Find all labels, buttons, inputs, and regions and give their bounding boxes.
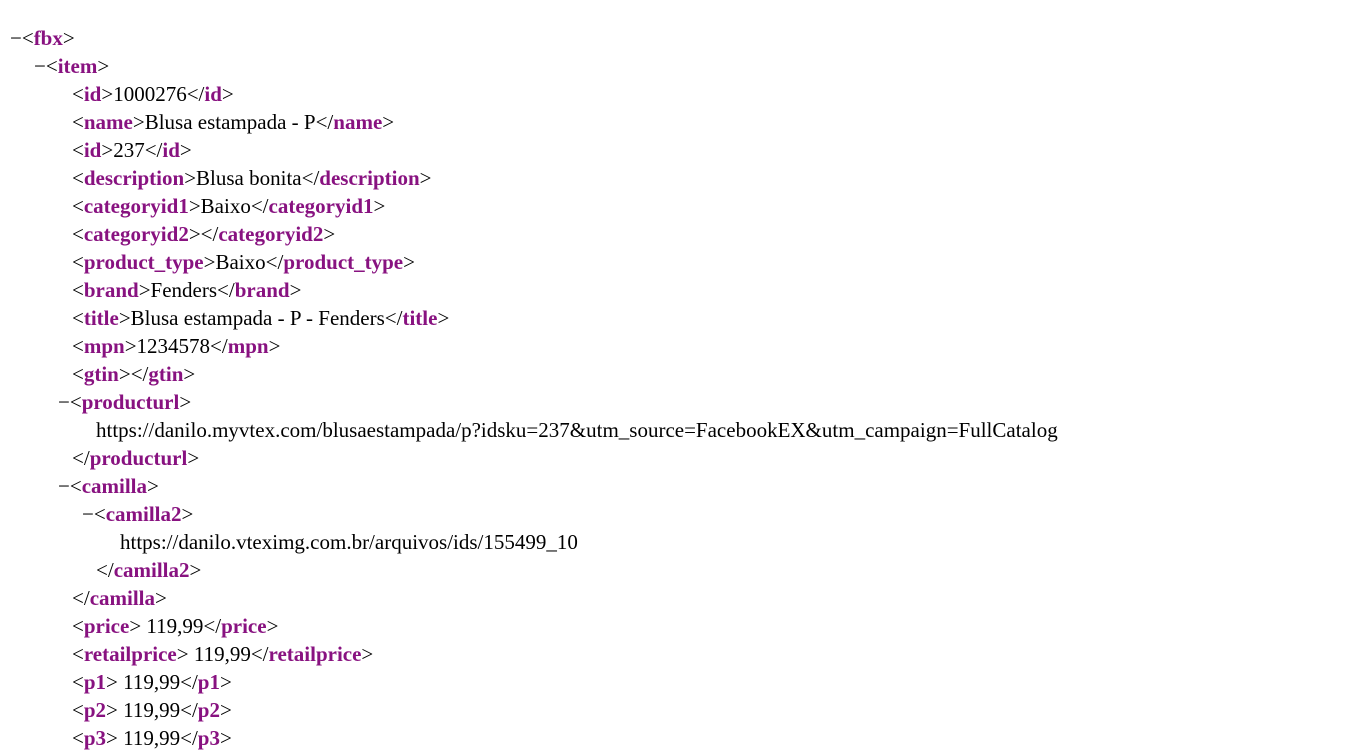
producturl-close-line: </producturl> bbox=[72, 446, 200, 470]
producturl-text: https://danilo.myvtex.com/blusaestampada… bbox=[96, 418, 1058, 442]
item-open-line: −<item> bbox=[34, 54, 110, 78]
element-text: Blusa estampada - P - Fenders bbox=[130, 306, 385, 330]
element-line: <retailprice> 119,99</retailprice> bbox=[72, 642, 374, 666]
tag-name: gtin bbox=[148, 362, 184, 386]
tag-name: producturl bbox=[81, 390, 180, 414]
collapse-toggle-camilla[interactable]: − bbox=[58, 474, 70, 498]
tag-name: categoryid2 bbox=[218, 222, 324, 246]
camilla-open-line: −<camilla> bbox=[58, 474, 159, 498]
element-line: <product_type>Baixo</product_type> bbox=[72, 250, 415, 274]
tag-name: mpn bbox=[83, 334, 125, 358]
tag-name: price bbox=[83, 614, 130, 638]
element-text: 237 bbox=[113, 138, 145, 162]
element-text: 119,99 bbox=[117, 726, 181, 750]
element-line: <categoryid2></categoryid2> bbox=[72, 222, 336, 246]
camilla2-close-line: </camilla2> bbox=[96, 558, 202, 582]
tag-name: name bbox=[333, 110, 383, 134]
tag-name: price bbox=[221, 614, 267, 638]
xml-tree-viewer: −<fbx> −<item> <id>1000276</id> <name>Bl… bbox=[0, 0, 1345, 752]
element-line: <p3> 119,99</p3> bbox=[72, 726, 232, 750]
tag-name: description bbox=[319, 166, 420, 190]
tag-name: camilla2 bbox=[105, 502, 182, 526]
element-text: Blusa estampada - P bbox=[144, 110, 316, 134]
tag-name: retailprice bbox=[268, 642, 362, 666]
collapse-toggle-camilla2[interactable]: − bbox=[82, 502, 94, 526]
camilla-close-line: </camilla> bbox=[72, 586, 167, 610]
tag-name: p3 bbox=[197, 726, 220, 750]
tag-name: producturl bbox=[89, 446, 188, 470]
tag-name: brand bbox=[83, 278, 139, 302]
element-text: Fenders bbox=[150, 278, 218, 302]
tag-name: id bbox=[204, 82, 222, 106]
tag-name: id bbox=[83, 82, 102, 106]
element-text: Blusa bonita bbox=[196, 166, 302, 190]
tag-name: categoryid2 bbox=[83, 222, 189, 246]
element-text: 119,99 bbox=[141, 614, 204, 638]
element-line: <id>237</id> bbox=[72, 138, 192, 162]
element-text: 1000276 bbox=[113, 82, 187, 106]
element-line: <mpn>1234578</mpn> bbox=[72, 334, 281, 358]
tag-name: description bbox=[83, 166, 185, 190]
tag-name: p2 bbox=[83, 698, 107, 722]
element-line: <brand>Fenders</brand> bbox=[72, 278, 302, 302]
tag-name: p1 bbox=[83, 670, 107, 694]
element-line: <p1> 119,99</p1> bbox=[72, 670, 232, 694]
tag-name: name bbox=[83, 110, 133, 134]
tag-name: mpn bbox=[227, 334, 269, 358]
element-line: <gtin></gtin> bbox=[72, 362, 196, 386]
element-text: Baixo bbox=[215, 250, 266, 274]
element-line: <categoryid1>Baixo</categoryid1> bbox=[72, 194, 386, 218]
tag-name: categoryid1 bbox=[83, 194, 189, 218]
element-text: 119,99 bbox=[117, 670, 181, 694]
collapse-toggle-fbx[interactable]: − bbox=[10, 26, 22, 50]
collapse-toggle-item[interactable]: − bbox=[34, 54, 46, 78]
element-line: <description>Blusa bonita</description> bbox=[72, 166, 432, 190]
tag-name: p3 bbox=[83, 726, 107, 750]
element-text: 119,99 bbox=[188, 642, 251, 666]
tag-name: gtin bbox=[83, 362, 119, 386]
element-text: 1234578 bbox=[136, 334, 211, 358]
tag-name: retailprice bbox=[83, 642, 177, 666]
element-line: <price> 119,99</price> bbox=[72, 614, 279, 638]
element-line: <p2> 119,99</p2> bbox=[72, 698, 232, 722]
tag-name: product_type bbox=[83, 250, 204, 274]
tag-name: camilla bbox=[89, 586, 156, 610]
tag-name: title bbox=[402, 306, 438, 330]
element-line: <id>1000276</id> bbox=[72, 82, 234, 106]
collapse-toggle-producturl[interactable]: − bbox=[58, 390, 70, 414]
tag-name: p1 bbox=[197, 670, 220, 694]
producturl-open-line: −<producturl> bbox=[58, 390, 192, 414]
tag-name: item bbox=[57, 54, 98, 78]
tag-name: camilla bbox=[81, 474, 148, 498]
tag-name: id bbox=[83, 138, 102, 162]
tag-name: p2 bbox=[197, 698, 220, 722]
tag-name: camilla2 bbox=[113, 558, 190, 582]
tag-name: brand bbox=[234, 278, 290, 302]
tag-name: categoryid1 bbox=[268, 194, 374, 218]
tag-name: title bbox=[83, 306, 119, 330]
element-line: <title>Blusa estampada - P - Fenders</ti… bbox=[72, 306, 450, 330]
tag-name: id bbox=[162, 138, 180, 162]
element-line: <name>Blusa estampada - P</name> bbox=[72, 110, 395, 134]
element-text: 119,99 bbox=[117, 698, 181, 722]
fbx-open-line: −<fbx> bbox=[10, 26, 75, 50]
element-text: Baixo bbox=[200, 194, 251, 218]
tag-name: fbx bbox=[33, 26, 63, 50]
tag-name: product_type bbox=[283, 250, 404, 274]
camilla2-text: https://danilo.vteximg.com.br/arquivos/i… bbox=[120, 530, 578, 554]
camilla2-open-line: −<camilla2> bbox=[82, 502, 194, 526]
